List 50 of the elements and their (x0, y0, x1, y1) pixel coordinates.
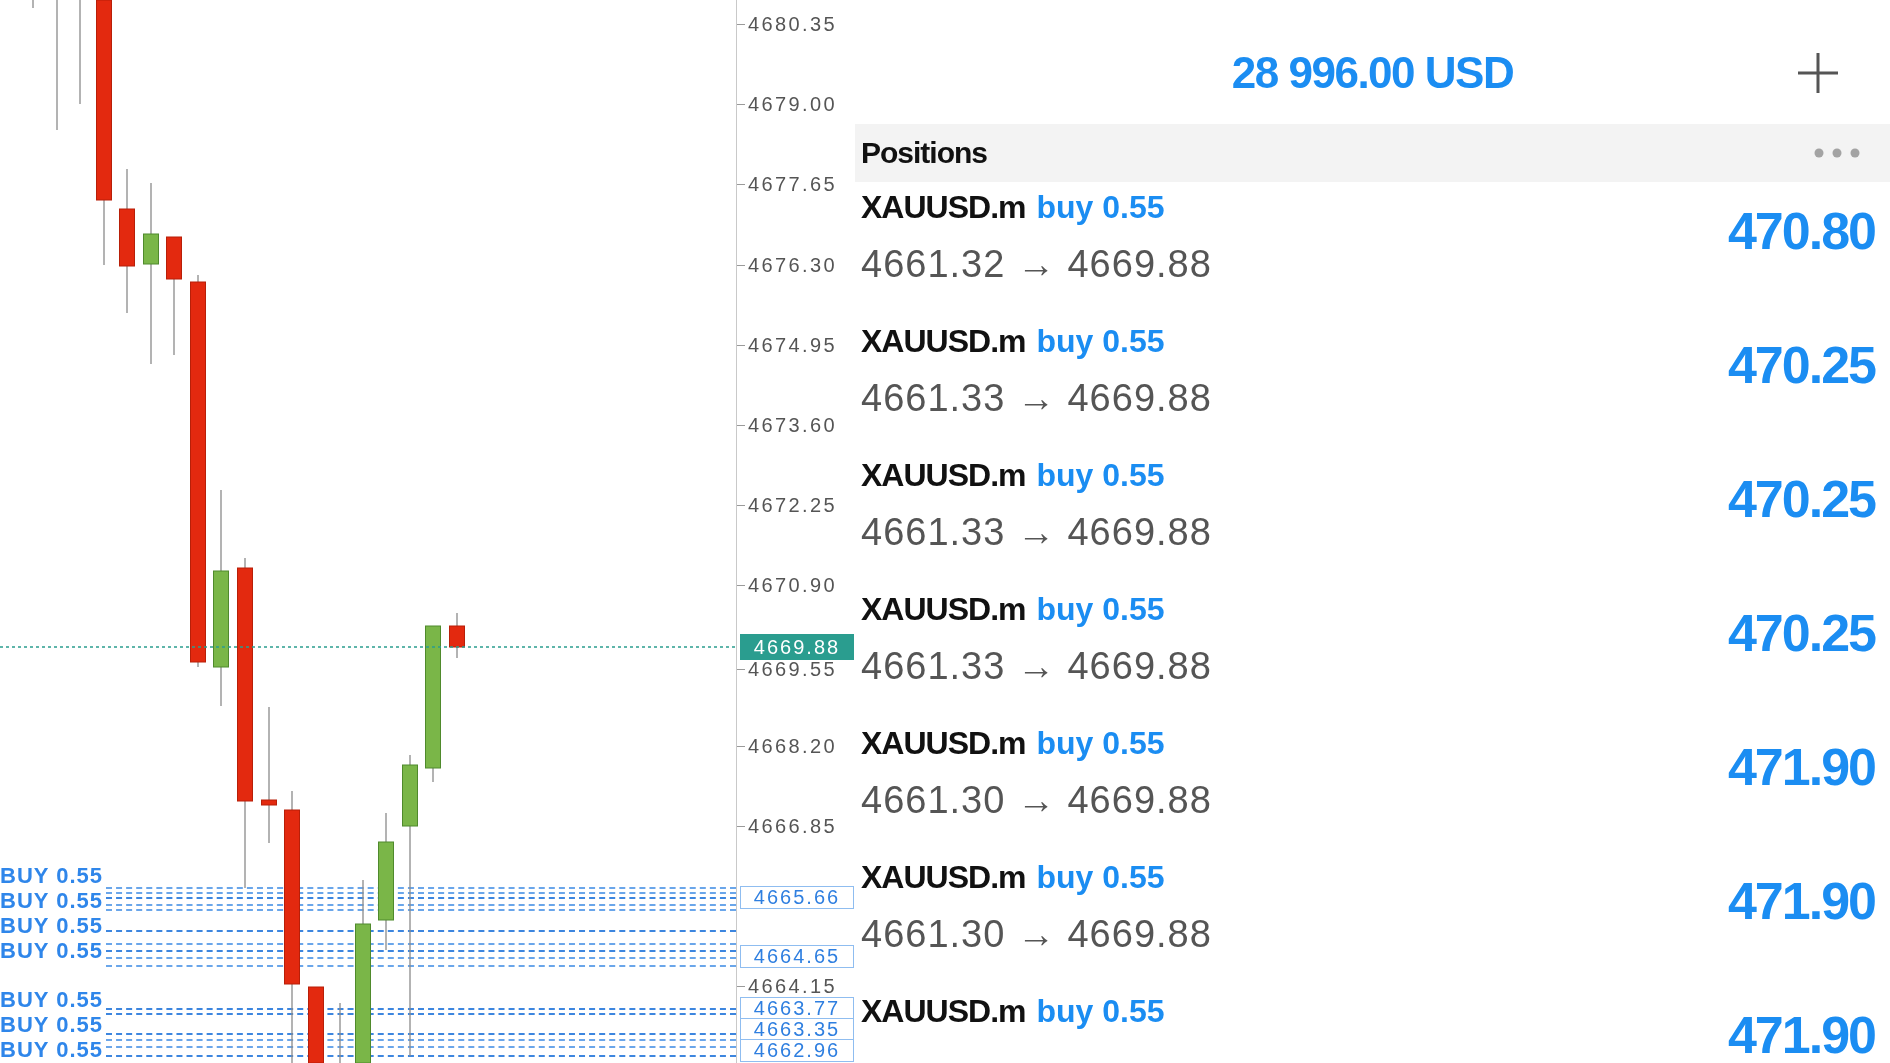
position-prices: 4661.33 → 4669.88 (861, 510, 1212, 555)
position-symbol: XAUUSD.m (861, 858, 1026, 897)
price-tick-label: 4666.85 (748, 816, 838, 836)
position-profit: 470.80 (1727, 206, 1875, 256)
price-tick-label: 4669.55 (748, 659, 838, 679)
position-profit: 470.25 (1727, 608, 1875, 658)
position-prices: 4661.33 → 4669.88 (861, 376, 1212, 421)
position-prices: 4661.30 → 4669.88 (861, 912, 1212, 957)
price-tick-label: 4668.20 (748, 736, 838, 756)
position-order: buy 0.55 (1036, 992, 1165, 1031)
position-order: buy 0.55 (1036, 188, 1165, 227)
position-symbol: XAUUSD.m (861, 188, 1026, 227)
position-symbol: XAUUSD.m (861, 724, 1026, 763)
price-tick-label: 4670.90 (748, 575, 838, 595)
price-tick-label: 4677.65 (748, 174, 838, 194)
position-profit: 471.90 (1727, 1010, 1875, 1060)
order-price-label: 4662.96 (740, 1039, 854, 1062)
price-tick-label: 4679.00 (748, 94, 838, 114)
more-icon (1814, 148, 1860, 158)
position-symbol: XAUUSD.m (861, 590, 1026, 629)
position-order: buy 0.55 (1036, 322, 1165, 361)
position-symbol: XAUUSD.m (861, 456, 1026, 495)
order-price-label: 4663.77 (740, 997, 854, 1020)
account-balance: 28 996.00 USD (1231, 48, 1514, 98)
price-tick-label: 4672.25 (748, 495, 838, 515)
position-profit: 471.90 (1727, 876, 1875, 926)
price-tick-label: 4676.30 (748, 255, 838, 275)
position-prices: 4661.32 → 4669.88 (861, 242, 1212, 287)
position-order: buy 0.55 (1036, 590, 1165, 629)
position-prices: 4661.33 → 4669.88 (861, 644, 1212, 689)
position-profit: 471.90 (1727, 742, 1875, 792)
order-price-label: 4663.35 (740, 1018, 854, 1041)
order-price-label: 4664.65 (740, 945, 854, 968)
position-order: buy 0.55 (1036, 456, 1165, 495)
position-order: buy 0.55 (1036, 858, 1165, 897)
position-prices: 4661.30 → 4669.88 (861, 778, 1212, 823)
position-order: buy 0.55 (1036, 724, 1165, 763)
position-profit: 470.25 (1727, 474, 1875, 524)
price-tick-label: 4680.35 (748, 14, 838, 34)
plus-icon (1798, 53, 1838, 93)
add-button[interactable] (1798, 53, 1838, 93)
price-tick-label: 4674.95 (748, 335, 838, 355)
section-title: Positions (861, 136, 987, 170)
position-symbol: XAUUSD.m (861, 322, 1026, 361)
current-price-label: 4669.88 (740, 634, 854, 660)
price-tick-label: 4673.60 (748, 415, 838, 435)
position-profit: 470.25 (1727, 340, 1875, 390)
price-tick-label: 4664.15 (748, 976, 838, 996)
position-symbol: XAUUSD.m (861, 992, 1026, 1031)
order-price-label: 4665.66 (740, 886, 854, 909)
